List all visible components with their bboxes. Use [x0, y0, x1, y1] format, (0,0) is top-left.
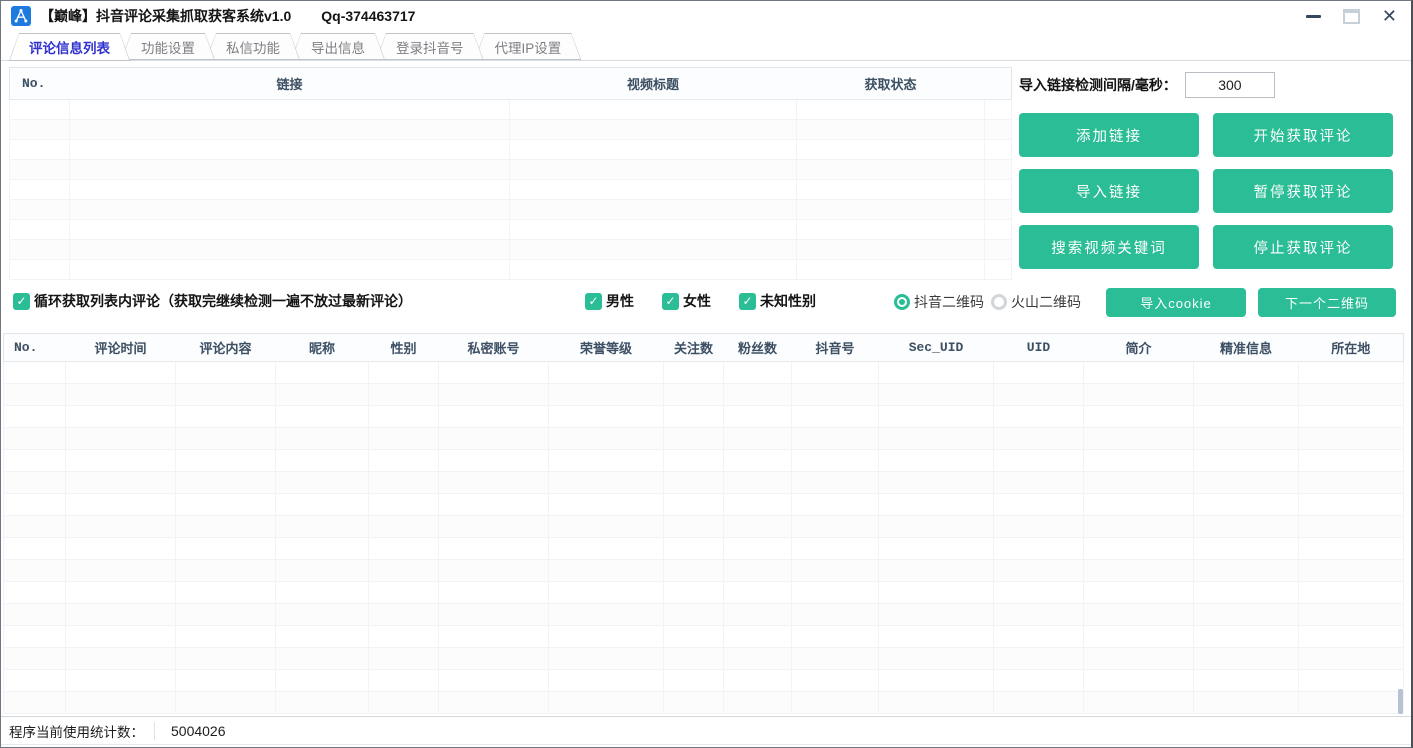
- col-header-no[interactable]: No.: [4, 334, 66, 362]
- col-header-link[interactable]: 链接: [70, 68, 510, 100]
- checkbox-icon: ✓: [13, 293, 30, 310]
- search-keyword-button[interactable]: 搜索视频关键词: [1019, 225, 1199, 269]
- table-row[interactable]: [4, 516, 1404, 538]
- action-button-grid: 添加链接 开始获取评论 导入链接 暂停获取评论 搜索视频关键词 停止获取评论: [1019, 113, 1399, 269]
- loop-collect-checkbox[interactable]: ✓ 循环获取列表内评论（获取完继续检测一遍不放过最新评论）: [13, 291, 412, 311]
- table-row[interactable]: [4, 472, 1404, 494]
- minimize-button[interactable]: [1306, 15, 1321, 18]
- col-header-uid[interactable]: UID: [994, 334, 1084, 362]
- table-row[interactable]: [10, 100, 1012, 120]
- table-row[interactable]: [10, 260, 1012, 280]
- link-table-header-row: No. 链接 视频标题 获取状态: [10, 68, 1012, 100]
- col-header-status[interactable]: 获取状态: [797, 68, 985, 100]
- col-header-douyin-id[interactable]: 抖音号: [792, 334, 879, 362]
- table-row[interactable]: [4, 494, 1404, 516]
- table-row[interactable]: [4, 560, 1404, 582]
- table-row[interactable]: [4, 362, 1404, 384]
- huoshan-qr-radio[interactable]: 火山二维码: [991, 292, 1081, 312]
- maximize-button[interactable]: [1343, 9, 1360, 24]
- interval-input[interactable]: [1185, 72, 1275, 98]
- filter-bar: ✓ 循环获取列表内评论（获取完继续检测一遍不放过最新评论） ✓ 男性 ✓ 女性 …: [1, 287, 1411, 321]
- app-window: 【巅峰】抖音评论采集抓取获客系统v1.0 Qq-374463717 ✕ 评论信息…: [0, 0, 1413, 748]
- tab-login-douyin[interactable]: 登录抖音号: [376, 33, 484, 60]
- interval-label: 导入链接检测间隔/毫秒：: [1019, 75, 1177, 95]
- table-row[interactable]: [4, 406, 1404, 428]
- table-row[interactable]: [4, 450, 1404, 472]
- radio-icon: [894, 294, 910, 310]
- unknown-gender-checkbox[interactable]: ✓ 未知性别: [739, 291, 816, 311]
- stop-collect-button[interactable]: 停止获取评论: [1213, 225, 1393, 269]
- table-row[interactable]: [4, 648, 1404, 670]
- tab-private-message[interactable]: 私信功能: [206, 33, 300, 60]
- col-header-comment-time[interactable]: 评论时间: [66, 334, 176, 362]
- table-row[interactable]: [10, 240, 1012, 260]
- col-header-private-account[interactable]: 私密账号: [439, 334, 549, 362]
- col-header-honor-level[interactable]: 荣誉等级: [549, 334, 664, 362]
- title-bar: 【巅峰】抖音评论采集抓取获客系统v1.0 Qq-374463717 ✕: [1, 1, 1411, 31]
- radio-icon: [991, 294, 1007, 310]
- table-row[interactable]: [4, 670, 1404, 692]
- usage-count-label: 程序当前使用统计数：: [9, 721, 144, 741]
- tab-export-info[interactable]: 导出信息: [291, 33, 385, 60]
- col-header-bio[interactable]: 简介: [1084, 334, 1194, 362]
- table-row[interactable]: [10, 120, 1012, 140]
- comment-table-header-row: No. 评论时间 评论内容 昵称 性别 私密账号 荣誉等级 关注数 粉丝数 抖音…: [4, 334, 1404, 362]
- comment-data-table: No. 评论时间 评论内容 昵称 性别 私密账号 荣誉等级 关注数 粉丝数 抖音…: [3, 333, 1404, 714]
- pause-collect-button[interactable]: 暂停获取评论: [1213, 169, 1393, 213]
- table-row[interactable]: [10, 160, 1012, 180]
- col-header-comment-content[interactable]: 评论内容: [176, 334, 276, 362]
- table-row[interactable]: [10, 140, 1012, 160]
- col-header-gender[interactable]: 性别: [369, 334, 439, 362]
- female-checkbox[interactable]: ✓ 女性: [662, 291, 711, 311]
- male-checkbox[interactable]: ✓ 男性: [585, 291, 634, 311]
- qq-contact: Qq-374463717: [321, 8, 415, 24]
- col-header-location[interactable]: 所在地: [1299, 334, 1404, 362]
- close-button[interactable]: ✕: [1382, 7, 1397, 25]
- next-qr-button[interactable]: 下一个二维码: [1258, 288, 1396, 317]
- table-row[interactable]: [4, 428, 1404, 450]
- col-header-sec-uid[interactable]: Sec_UID: [879, 334, 994, 362]
- douyin-qr-radio[interactable]: 抖音二维码: [894, 292, 984, 312]
- tab-comment-list[interactable]: 评论信息列表: [9, 33, 130, 61]
- table-row[interactable]: [4, 626, 1404, 648]
- col-header-video-title[interactable]: 视频标题: [510, 68, 797, 100]
- window-title: 【巅峰】抖音评论采集抓取获客系统v1.0: [40, 6, 291, 26]
- import-cookie-button[interactable]: 导入cookie: [1106, 288, 1246, 317]
- checkbox-icon: ✓: [662, 293, 679, 310]
- import-link-button[interactable]: 导入链接: [1019, 169, 1199, 213]
- window-controls: ✕: [1306, 7, 1411, 25]
- app-logo-icon: [11, 6, 31, 26]
- checkbox-icon: ✓: [585, 293, 602, 310]
- table-row[interactable]: [4, 692, 1404, 714]
- table-row[interactable]: [4, 582, 1404, 604]
- checkbox-icon: ✓: [739, 293, 756, 310]
- status-separator: [154, 722, 155, 740]
- col-header-nickname[interactable]: 昵称: [276, 334, 369, 362]
- table-row[interactable]: [10, 220, 1012, 240]
- usage-count-value: 5004026: [171, 723, 226, 739]
- table-row[interactable]: [4, 384, 1404, 406]
- start-collect-button[interactable]: 开始获取评论: [1213, 113, 1393, 157]
- col-header-precise-info[interactable]: 精准信息: [1194, 334, 1299, 362]
- tab-function-settings[interactable]: 功能设置: [121, 33, 215, 60]
- vertical-scrollbar-thumb[interactable]: [1398, 689, 1403, 714]
- tab-proxy-ip[interactable]: 代理IP设置: [475, 33, 582, 60]
- table-row[interactable]: [10, 200, 1012, 220]
- video-link-table: No. 链接 视频标题 获取状态: [9, 67, 1012, 280]
- col-header-fans-count[interactable]: 粉丝数: [724, 334, 792, 362]
- table-row[interactable]: [10, 180, 1012, 200]
- col-header-spacer: [985, 68, 1012, 100]
- table-row[interactable]: [4, 538, 1404, 560]
- add-link-button[interactable]: 添加链接: [1019, 113, 1199, 157]
- col-header-following-count[interactable]: 关注数: [664, 334, 724, 362]
- col-header-no[interactable]: No.: [10, 68, 70, 100]
- control-panel: 导入链接检测间隔/毫秒： 添加链接 开始获取评论 导入链接 暂停获取评论 搜索视…: [1019, 67, 1399, 269]
- table-row[interactable]: [4, 604, 1404, 626]
- status-bar: 程序当前使用统计数： 5004026: [1, 716, 1411, 745]
- tab-bar: 评论信息列表 功能设置 私信功能 导出信息 登录抖音号 代理IP设置: [1, 32, 1411, 61]
